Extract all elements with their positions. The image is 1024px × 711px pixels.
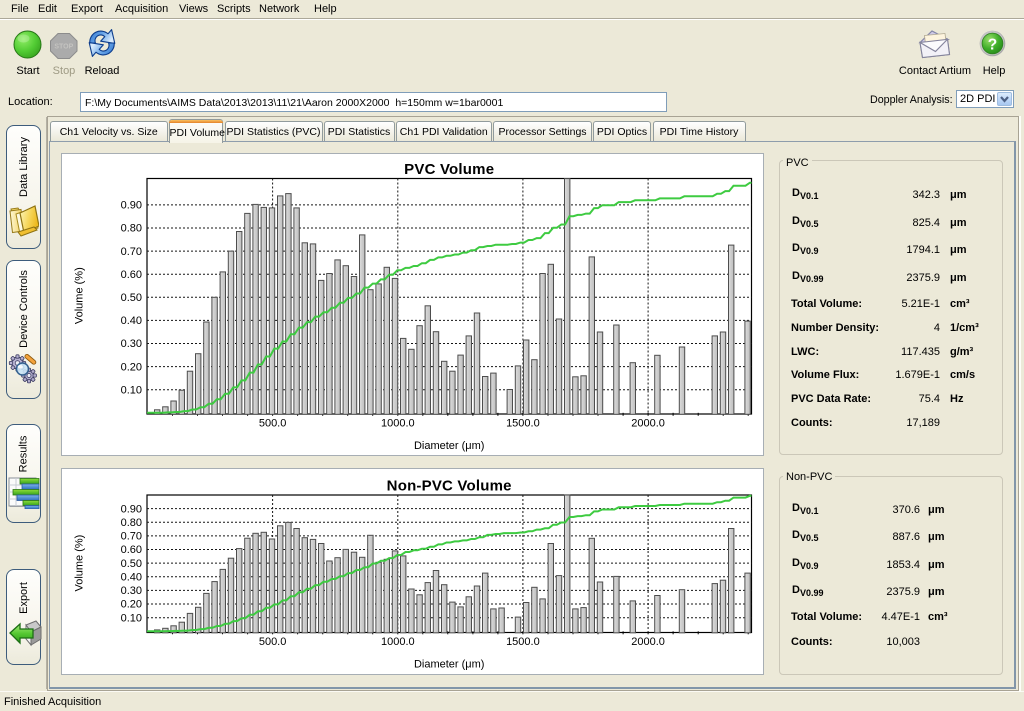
svg-text:0.50: 0.50 (120, 292, 141, 304)
svg-text:0.70: 0.70 (120, 531, 141, 543)
svg-text:0.30: 0.30 (120, 585, 141, 597)
svg-text:?: ? (988, 37, 997, 54)
svg-text:500.0: 500.0 (258, 417, 286, 429)
svg-text:1000.0: 1000.0 (380, 417, 414, 429)
svg-text:Volume (%): Volume (%) (73, 267, 85, 324)
svg-text:0.60: 0.60 (120, 268, 141, 280)
svg-text:0.20: 0.20 (120, 361, 141, 373)
svg-text:1500.0: 1500.0 (506, 417, 540, 429)
svg-text:0.70: 0.70 (120, 245, 141, 257)
svg-text:Volume (%): Volume (%) (73, 535, 85, 592)
svg-text:Diameter (μm): Diameter (μm) (413, 439, 484, 451)
svg-text:0.10: 0.10 (120, 612, 141, 624)
svg-text:PVC Volume: PVC Volume (404, 161, 494, 178)
svg-text:0.50: 0.50 (120, 558, 141, 570)
svg-text:0.90: 0.90 (120, 503, 141, 515)
svg-text:0.20: 0.20 (120, 599, 141, 611)
svg-text:1500.0: 1500.0 (506, 636, 540, 648)
svg-text:0.80: 0.80 (120, 517, 141, 529)
svg-text:0.80: 0.80 (120, 222, 141, 234)
svg-text:0.40: 0.40 (120, 315, 141, 327)
svg-text:0.30: 0.30 (120, 338, 141, 350)
svg-text:0.60: 0.60 (120, 544, 141, 556)
svg-text:STOP: STOP (54, 44, 73, 51)
svg-text:1000.0: 1000.0 (380, 636, 414, 648)
svg-text:2000.0: 2000.0 (631, 417, 665, 429)
svg-text:0.90: 0.90 (120, 199, 141, 211)
svg-text:0.40: 0.40 (120, 572, 141, 584)
svg-text:2000.0: 2000.0 (631, 636, 665, 648)
svg-text:Diameter (μm): Diameter (μm) (413, 658, 484, 670)
svg-text:Non-PVC Volume: Non-PVC Volume (386, 478, 511, 495)
svg-text:500.0: 500.0 (258, 636, 286, 648)
svg-text:0.10: 0.10 (120, 384, 141, 396)
